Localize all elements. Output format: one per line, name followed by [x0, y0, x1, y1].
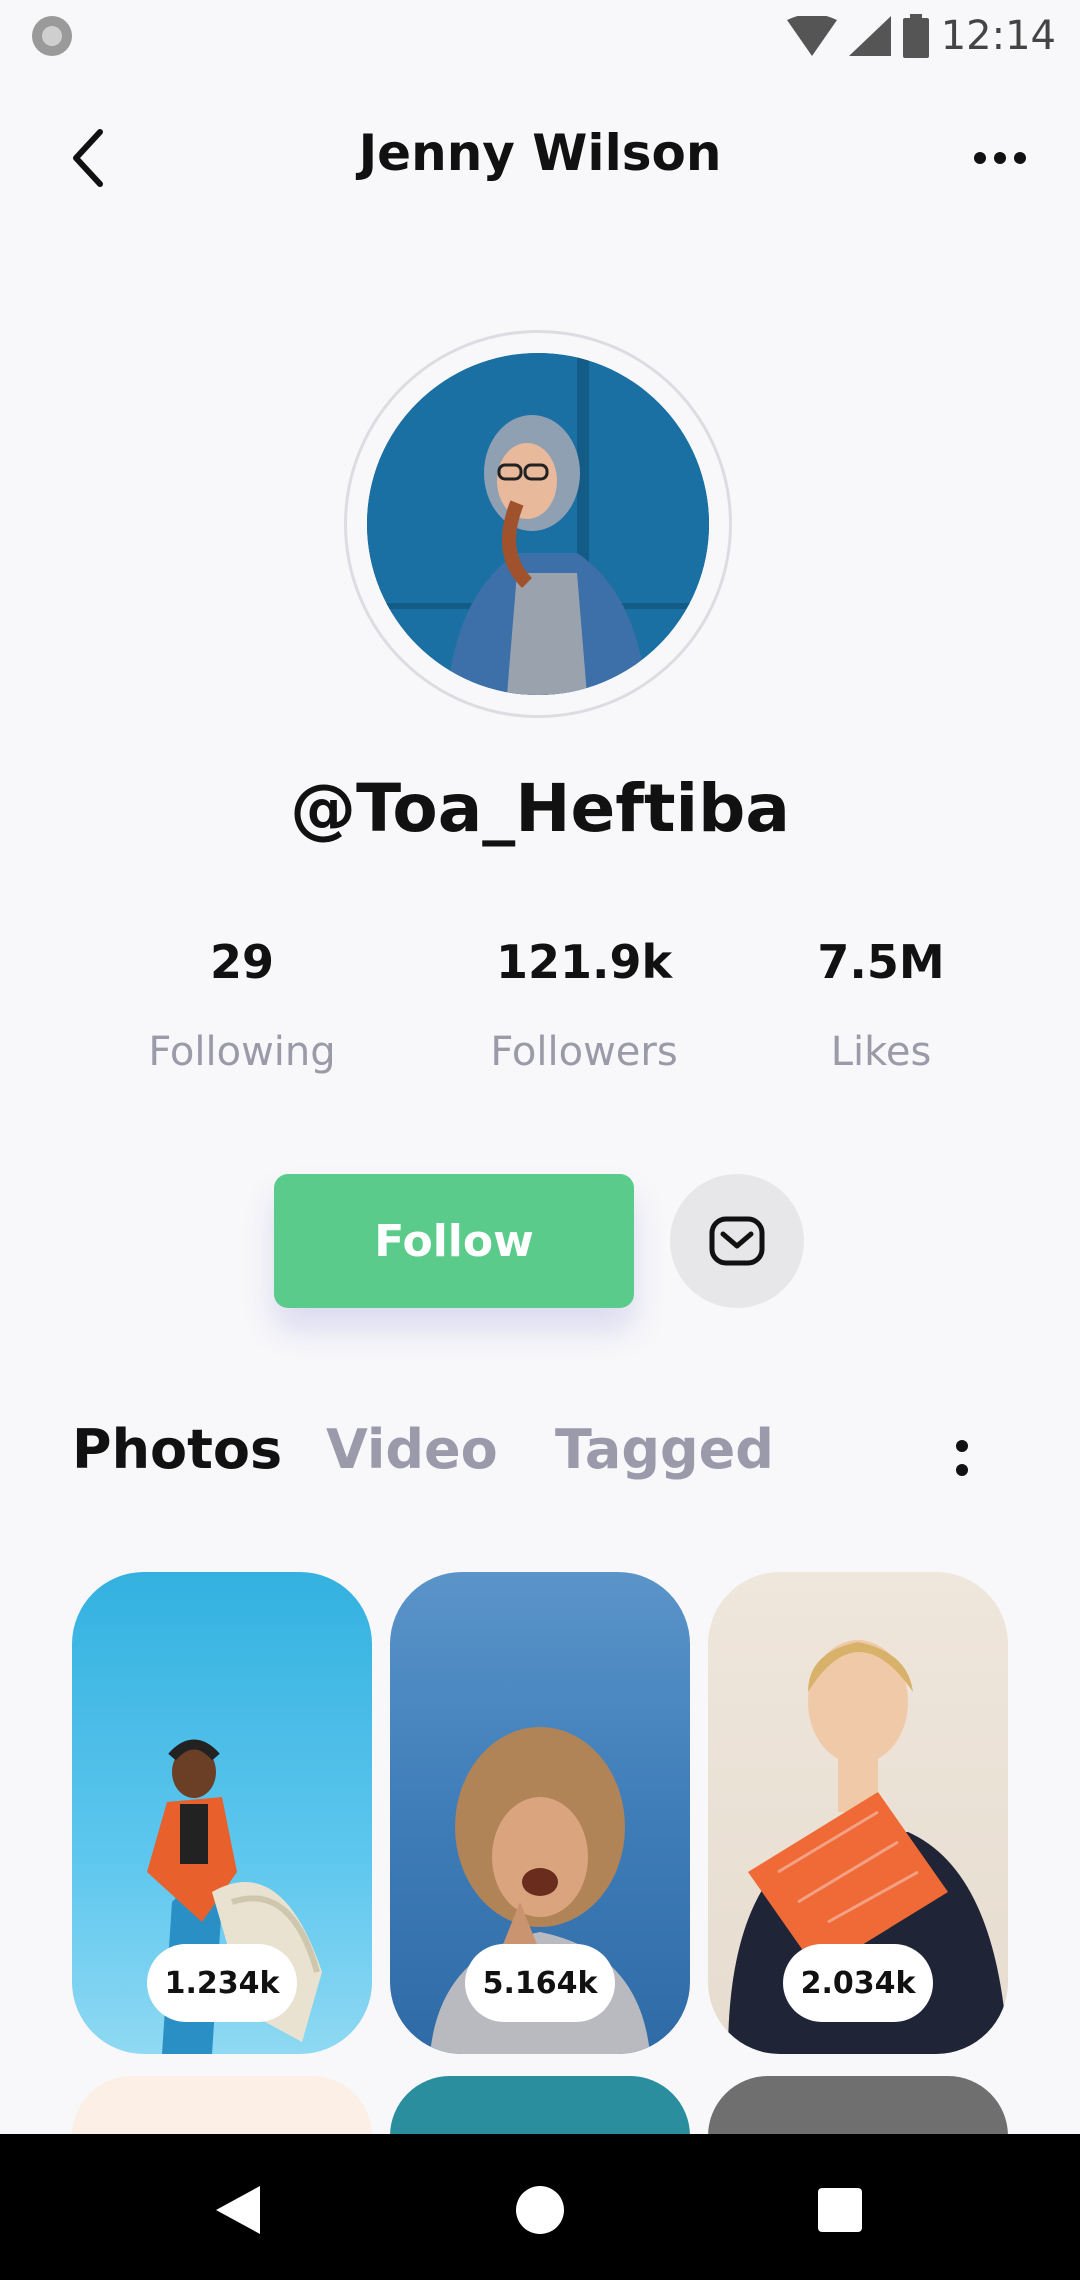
signal-icon: [848, 16, 891, 56]
home-circle-icon: [516, 2186, 564, 2234]
battery-icon: [902, 14, 929, 58]
stat-label: Following: [148, 1029, 336, 1075]
tab-tagged[interactable]: Tagged: [555, 1418, 774, 1481]
top-bar: Jenny Wilson: [0, 100, 1080, 210]
back-triangle-icon: [216, 2186, 260, 2234]
photo-card[interactable]: 1.234k: [72, 1572, 372, 2054]
tabs-more-button[interactable]: [940, 1428, 984, 1488]
content-tabs: Photos Video Tagged: [0, 1410, 1080, 1500]
avatar-illustration: [367, 353, 709, 695]
view-count-badge: 2.034k: [783, 1944, 933, 2022]
stat-label: Likes: [830, 1029, 932, 1075]
more-horizontal-icon: [974, 152, 1026, 164]
nav-recents-button[interactable]: [800, 2170, 880, 2250]
follow-button[interactable]: Follow: [274, 1174, 634, 1308]
stat-value: 121.9k: [495, 935, 673, 989]
nav-back-button[interactable]: [198, 2170, 278, 2250]
more-vertical-icon: [956, 1440, 968, 1476]
stat-label: Followers: [490, 1029, 678, 1075]
stat-likes[interactable]: 7.5M Likes: [751, 935, 1011, 1075]
notification-dot-icon: [32, 16, 72, 56]
stat-following[interactable]: 29 Following: [112, 935, 372, 1075]
message-button[interactable]: [670, 1174, 804, 1308]
stat-value: 29: [209, 935, 274, 989]
photo-card[interactable]: 2.034k: [708, 1572, 1008, 2054]
system-navigation-bar: [0, 2134, 1080, 2280]
view-count-badge: 5.164k: [465, 1944, 615, 2022]
view-count-badge: 1.234k: [147, 1944, 297, 2022]
nav-home-button[interactable]: [500, 2170, 580, 2250]
avatar-ring: [344, 330, 732, 718]
tab-photos[interactable]: Photos: [72, 1418, 282, 1481]
status-bar: 12:14: [0, 0, 1080, 72]
photo-card[interactable]: 5.164k: [390, 1572, 690, 2054]
status-icons: 12:14: [786, 10, 1056, 62]
wifi-icon: [786, 16, 837, 56]
more-options-button[interactable]: [960, 118, 1040, 198]
page-title: Jenny Wilson: [358, 124, 722, 182]
stat-value: 7.5M: [817, 935, 945, 989]
recents-square-icon: [818, 2188, 862, 2232]
profile-handle: @Toa_Heftiba: [290, 770, 790, 847]
status-time: 12:14: [940, 13, 1056, 59]
stat-followers[interactable]: 121.9k Followers: [454, 935, 714, 1075]
tab-video[interactable]: Video: [326, 1418, 498, 1481]
mail-icon: [709, 1216, 765, 1266]
profile-stats: 29 Following 121.9k Followers 7.5M Likes: [0, 935, 1080, 1095]
avatar[interactable]: [367, 353, 709, 695]
